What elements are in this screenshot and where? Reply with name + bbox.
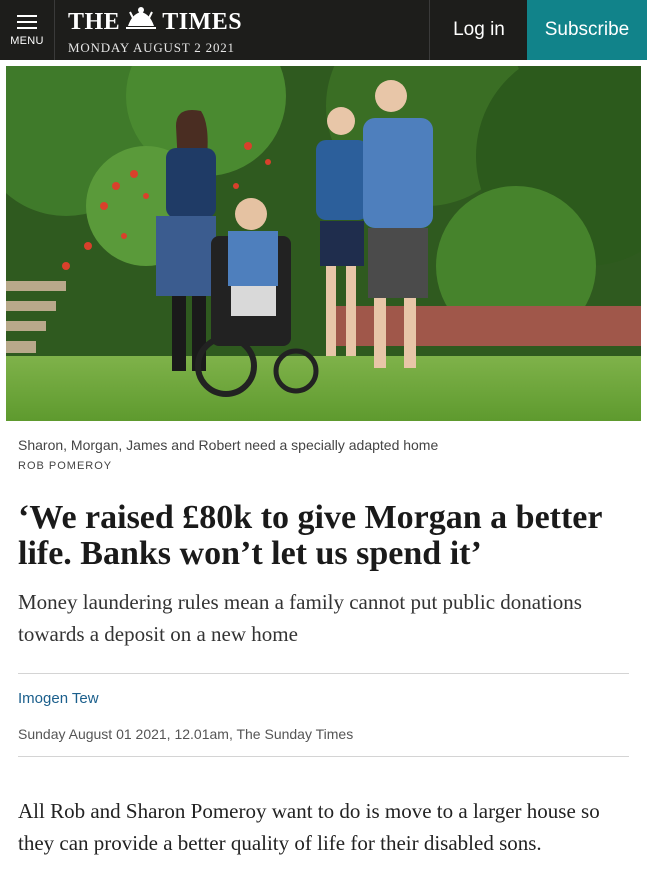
photo-credit: ROB POMEROY [18, 460, 113, 472]
edition-date: MONDAY AUGUST 2 2021 [68, 40, 235, 55]
author-link[interactable]: Imogen Tew [18, 690, 99, 707]
hamburger-icon [17, 15, 37, 29]
divider [18, 673, 629, 674]
article-first-paragraph: All Rob and Sharon Pomeroy want to do is… [18, 799, 600, 855]
article-dateline: Sunday August 01 2021, 12.01am, The Sund… [18, 726, 354, 742]
login-button[interactable]: Log in [429, 0, 528, 60]
article-headline: ‘We raised £80k to give Morgan a better … [18, 499, 602, 572]
divider [18, 756, 629, 757]
site-logo[interactable]: THE TIMES [68, 6, 242, 38]
menu-label: MENU [10, 35, 44, 47]
menu-button[interactable]: MENU [0, 0, 55, 60]
logo-word-times: TIMES [162, 9, 243, 35]
family-photo-illustration [6, 66, 641, 421]
article-photo [6, 66, 641, 421]
photo-caption: Sharon, Morgan, James and Robert need a … [18, 437, 439, 453]
masthead[interactable]: THE TIMES MONDAY AUGUST 2 2021 [68, 6, 242, 56]
logo-word-the: THE [68, 9, 121, 35]
crest-icon [124, 6, 158, 38]
article-standfirst: Money laundering rules mean a family can… [18, 590, 582, 646]
site-header: MENU THE TIMES MONDAY AUGUST 2 2021 Log … [0, 0, 647, 60]
subscribe-button[interactable]: Subscribe [527, 0, 647, 60]
